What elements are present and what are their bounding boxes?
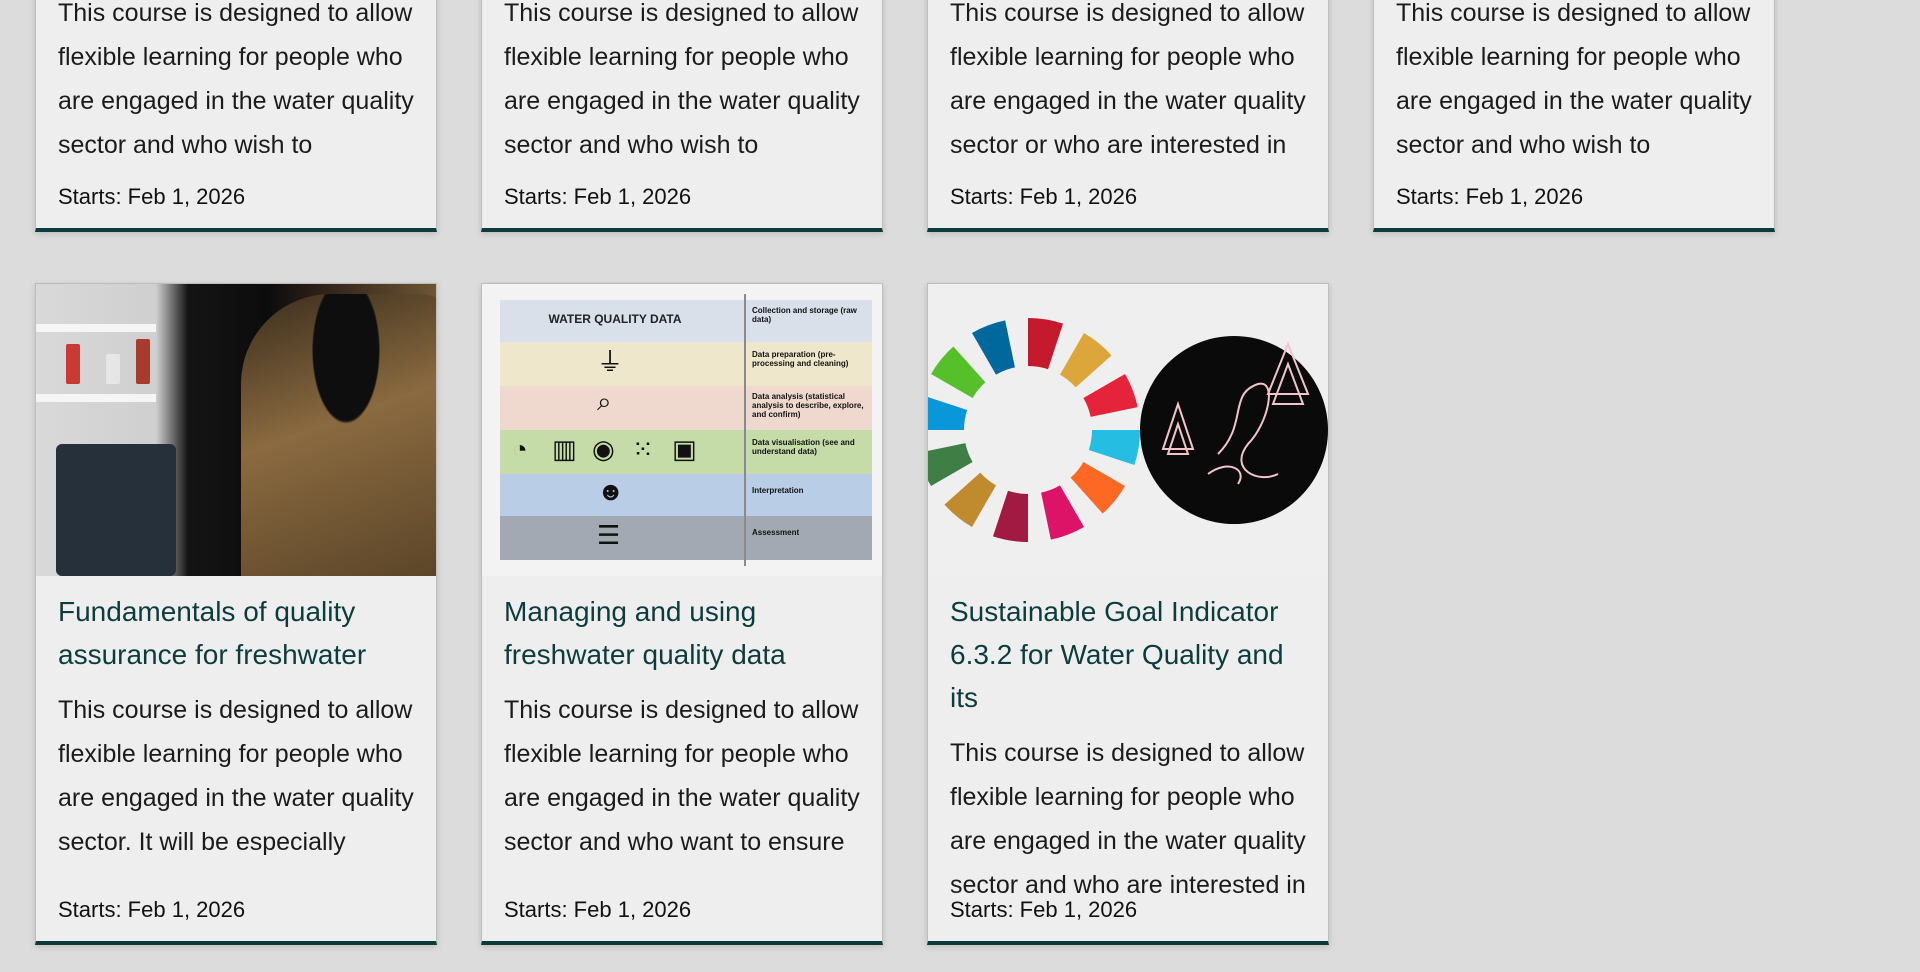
pie-chart-icon: ◔ — [512, 434, 528, 464]
infographic-label: Data visualisation (see and understand d… — [752, 438, 855, 456]
course-start-date: Starts: Feb 1, 2026 — [1396, 184, 1584, 209]
course-description: This course is designed to allow flexibl… — [950, 739, 1306, 899]
course-card[interactable]: This course is designed to allow flexibl… — [35, 0, 437, 232]
course-start-date: Starts: Feb 1, 2026 — [950, 184, 1138, 209]
infographic-label: Collection and storage (raw data) — [752, 306, 857, 324]
head-icon: ☻ — [597, 476, 625, 506]
eye-icon: ◉ — [592, 434, 615, 464]
course-description: This course is designed to allow flexibl… — [950, 0, 1306, 159]
infographic-title: WATER QUALITY DATA — [548, 312, 682, 326]
magnifier-icon: ⌕ — [597, 386, 612, 416]
infographic-label: Assessment — [752, 528, 800, 537]
course-card-sdg-632[interactable]: Sustainable Goal Indicator 6.3.2 for Wat… — [927, 283, 1329, 945]
course-start-date: Starts: Feb 1, 2026 — [58, 897, 246, 922]
bar-chart-icon: ▥ — [552, 434, 577, 464]
water-data-infographic-icon[interactable]: WATER QUALITY DATA Collection and storag… — [482, 284, 882, 576]
course-card[interactable]: This course is designed to allow flexibl… — [1373, 0, 1775, 232]
course-start-date: Starts: Feb 1, 2026 — [58, 184, 246, 209]
scatter-icon: ⁙ — [632, 434, 654, 464]
checklist-icon: ☰ — [597, 520, 621, 550]
course-card-water-data[interactable]: WATER QUALITY DATA Collection and storag… — [481, 283, 883, 945]
course-description: This course is designed to allow flexibl… — [1396, 0, 1752, 159]
course-title[interactable]: Fundamentals of quality assurance for fr… — [58, 590, 414, 676]
course-description: This course is designed to allow flexibl… — [504, 696, 860, 856]
infographic-label: Data analysis (statistical analysis to d… — [752, 392, 864, 419]
course-start-date: Starts: Feb 1, 2026 — [950, 897, 1138, 922]
course-description: This course is designed to allow flexibl… — [58, 0, 414, 159]
course-description: This course is designed to allow flexibl… — [58, 696, 414, 856]
course-title[interactable]: Sustainable Goal Indicator 6.3.2 for Wat… — [950, 590, 1306, 719]
sdg-wheel-icon[interactable] — [928, 284, 1328, 576]
course-title[interactable]: Managing and using freshwater quality da… — [504, 590, 860, 676]
filter-icon: ⏚ — [597, 347, 624, 377]
lab-photo-icon[interactable] — [36, 284, 436, 576]
divider — [744, 294, 746, 566]
course-start-date: Starts: Feb 1, 2026 — [504, 897, 692, 922]
course-start-date: Starts: Feb 1, 2026 — [504, 184, 692, 209]
course-card[interactable]: This course is designed to allow flexibl… — [481, 0, 883, 232]
presentation-icon: ▣ — [672, 434, 697, 464]
course-description: This course is designed to allow flexibl… — [504, 0, 860, 159]
infographic-label: Data preparation (pre-processing and cle… — [752, 350, 849, 368]
course-card[interactable]: This course is designed to allow flexibl… — [927, 0, 1329, 232]
infographic-label: Interpretation — [752, 486, 804, 495]
course-card-quality-assurance[interactable]: Fundamentals of quality assurance for fr… — [35, 283, 437, 945]
